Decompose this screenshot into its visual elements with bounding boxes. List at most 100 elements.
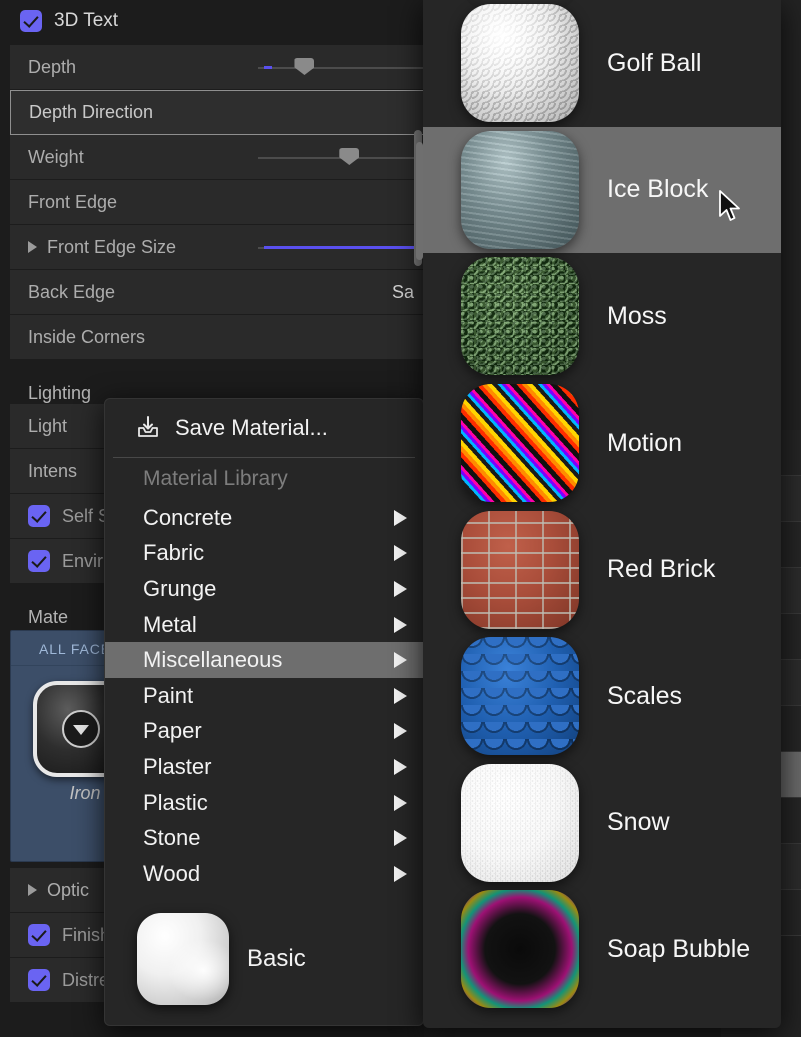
soap-bubble-thumbnail — [461, 890, 579, 1008]
submenu-item-label: Scales — [607, 682, 682, 711]
menu-item-label: Paint — [143, 683, 193, 709]
material-context-menu[interactable]: Save Material... Material Library Concre… — [104, 398, 424, 1026]
parameter-label: Weight — [28, 147, 84, 168]
menu-item-fabric[interactable]: Fabric — [105, 536, 423, 572]
menu-item-paper[interactable]: Paper — [105, 714, 423, 750]
menu-item-concrete[interactable]: Concrete — [105, 500, 423, 536]
golf-ball-thumbnail — [461, 4, 579, 122]
menu-item-paint[interactable]: Paint — [105, 678, 423, 714]
all-faces-caption: ALL FACE — [39, 641, 111, 657]
row-self-s-checkbox[interactable] — [28, 505, 50, 527]
menu-item-label: Fabric — [143, 540, 204, 566]
row-weight[interactable]: Weight — [10, 135, 424, 180]
menu-item-miscellaneous[interactable]: Miscellaneous — [105, 642, 423, 678]
submenu-item-soap-bubble[interactable]: Soap Bubble — [423, 886, 781, 1013]
parameter-label: Depth — [28, 57, 76, 78]
row-finish-checkbox[interactable] — [28, 924, 50, 946]
submenu-item-snow[interactable]: Snow — [423, 760, 781, 887]
inspector-header: 3D Text — [0, 0, 424, 41]
parameter-slider[interactable] — [258, 45, 424, 90]
row-front-edge-size[interactable]: Front Edge Size — [10, 225, 424, 270]
miscellaneous-submenu[interactable]: Golf Ball Ice Block Moss Motion Red Brick Sca… — [423, 0, 781, 1028]
moss-thumbnail — [461, 257, 579, 375]
material-library-header: Material Library — [105, 458, 423, 500]
submenu-item-scales[interactable]: Scales — [423, 633, 781, 760]
row-front-edge[interactable]: Front Edge — [10, 180, 424, 225]
submenu-arrow-icon — [394, 830, 407, 846]
motion-thumbnail — [461, 384, 579, 502]
menu-item-label: Wood — [143, 861, 200, 887]
parameter-label: Front Edge — [28, 192, 117, 213]
basic-material-label: Basic — [247, 945, 306, 973]
parameter-label: Optic — [47, 880, 89, 901]
basic-material-thumbnail — [137, 913, 229, 1005]
menu-item-label: Plastic — [143, 790, 208, 816]
parameter-slider[interactable] — [258, 225, 424, 270]
row-envir-checkbox[interactable] — [28, 550, 50, 572]
submenu-item-moss[interactable]: Moss — [423, 253, 781, 380]
submenu-item-label: Ice Block — [607, 175, 708, 204]
disclosure-triangle-icon[interactable] — [28, 884, 37, 896]
enable-3d-text-checkbox[interactable] — [20, 10, 42, 32]
parameter-label: Back Edge — [28, 282, 115, 303]
submenu-arrow-icon — [394, 581, 407, 597]
submenu-arrow-icon — [394, 688, 407, 704]
submenu-scrollbar[interactable] — [416, 142, 423, 260]
row-depth[interactable]: Depth — [10, 45, 424, 90]
ice-block-thumbnail — [461, 131, 579, 249]
parameter-label: Distre — [62, 970, 109, 991]
menu-item-wood[interactable]: Wood — [105, 856, 423, 892]
basic-material-item[interactable]: Basic — [105, 899, 424, 1019]
submenu-item-red-brick[interactable]: Red Brick — [423, 506, 781, 633]
disclosure-triangle-icon[interactable] — [28, 241, 37, 253]
material-popup-button[interactable] — [62, 710, 100, 748]
menu-item-stone[interactable]: Stone — [105, 820, 423, 856]
menu-item-grunge[interactable]: Grunge — [105, 571, 423, 607]
slider-knob[interactable] — [294, 58, 314, 75]
slider-fill — [264, 66, 272, 69]
parameter-value: Sa — [392, 282, 414, 303]
save-material-menu-item[interactable]: Save Material... — [105, 399, 423, 457]
submenu-item-label: Red Brick — [607, 555, 715, 584]
snow-thumbnail — [461, 764, 579, 882]
menu-item-label: Stone — [143, 825, 201, 851]
material-category-list: Concrete Fabric Grunge Metal Miscellaneous Pa… — [105, 500, 423, 892]
menu-item-plastic[interactable]: Plastic — [105, 785, 423, 821]
submenu-arrow-icon — [394, 545, 407, 561]
submenu-arrow-icon — [394, 510, 407, 526]
row-depth-direction[interactable]: Depth Direction — [10, 90, 424, 135]
parameter-slider[interactable] — [258, 135, 424, 180]
menu-item-metal[interactable]: Metal — [105, 607, 423, 643]
miscellaneous-material-list: Golf Ball Ice Block Moss Motion Red Brick Sca… — [423, 0, 781, 1013]
save-tray-icon — [135, 415, 161, 441]
menu-item-label: Metal — [143, 612, 197, 638]
submenu-item-motion[interactable]: Motion — [423, 380, 781, 507]
submenu-arrow-icon — [394, 652, 407, 668]
parameter-label: Finish — [62, 925, 110, 946]
save-material-label: Save Material... — [175, 415, 328, 441]
parameter-label: Light — [28, 416, 67, 437]
row-distre-checkbox[interactable] — [28, 969, 50, 991]
menu-item-label: Concrete — [143, 505, 232, 531]
slider-knob[interactable] — [339, 148, 359, 165]
submenu-item-golf-ball[interactable]: Golf Ball — [423, 0, 781, 127]
inspector-title: 3D Text — [54, 10, 118, 32]
menu-item-label: Grunge — [143, 576, 216, 602]
row-back-edge[interactable]: Back Edge Sa — [10, 270, 424, 315]
row-inside-corners[interactable]: Inside Corners — [10, 315, 424, 360]
slider-track — [258, 67, 424, 69]
submenu-item-label: Golf Ball — [607, 49, 701, 78]
red-brick-thumbnail — [461, 511, 579, 629]
menu-item-plaster[interactable]: Plaster — [105, 749, 423, 785]
submenu-item-label: Motion — [607, 429, 682, 458]
scales-thumbnail — [461, 637, 579, 755]
submenu-arrow-icon — [394, 759, 407, 775]
submenu-item-label: Soap Bubble — [607, 935, 750, 964]
submenu-item-label: Snow — [607, 808, 670, 837]
parameter-label: Envir — [62, 551, 103, 572]
arrow-cursor — [718, 190, 744, 231]
parameter-label: Depth Direction — [29, 102, 153, 123]
parameter-label: Front Edge Size — [47, 237, 176, 258]
slider-fill — [264, 246, 419, 249]
menu-item-label: Plaster — [143, 754, 211, 780]
